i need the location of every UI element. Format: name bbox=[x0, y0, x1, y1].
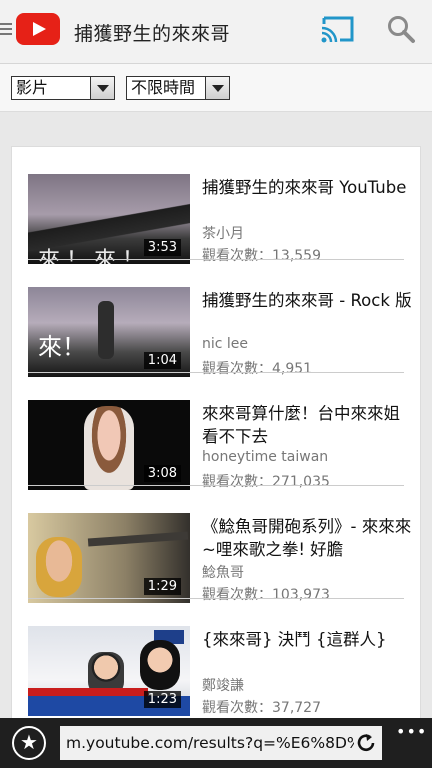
duration-badge: 3:08 bbox=[143, 465, 181, 482]
url-text: m.youtube.com/results?q=%E6%8D% bbox=[66, 734, 362, 752]
address-bar[interactable]: m.youtube.com/results?q=%E6%8D% bbox=[60, 726, 382, 760]
video-title[interactable]: 《鯰魚哥開砲系列》- 來來來~哩來歌之拳! 好膽 bbox=[202, 515, 412, 561]
video-result-item[interactable]: 來！ 1:04 捕獲野生的來來哥 - Rock 版 nic lee 觀看次數：4… bbox=[12, 260, 420, 377]
refresh-icon[interactable] bbox=[354, 726, 378, 760]
time-filter-value: 不限時間 bbox=[131, 78, 196, 97]
channel-name: 鄭竣謙 bbox=[202, 678, 244, 694]
video-title[interactable]: 捕獲野生的來來哥 - Rock 版 bbox=[202, 289, 412, 312]
browser-bottom-bar: ★ m.youtube.com/results?q=%E6%8D% ••• bbox=[0, 718, 432, 768]
view-count: 觀看次數：37,727 bbox=[202, 700, 321, 716]
channel-name: 茶小月 bbox=[202, 226, 244, 242]
video-thumbnail[interactable]: 來！來！來！ 3:53 bbox=[28, 174, 190, 264]
page-title: 捕獲野生的來來哥 bbox=[74, 23, 231, 45]
filter-bar: 影片 不限時間 bbox=[0, 64, 432, 112]
channel-name: 鯰魚哥 bbox=[202, 565, 244, 581]
cast-icon[interactable] bbox=[320, 14, 356, 44]
video-thumbnail[interactable]: 來！ 1:04 bbox=[28, 287, 190, 377]
video-title[interactable]: 捕獲野生的來來哥 YouTube bbox=[202, 176, 412, 199]
type-filter-select[interactable]: 影片 bbox=[11, 76, 115, 100]
video-thumbnail[interactable]: 3:08 bbox=[28, 400, 190, 490]
more-options-icon[interactable]: ••• bbox=[396, 722, 427, 741]
chevron-down-icon[interactable] bbox=[205, 77, 229, 99]
hamburger-icon[interactable] bbox=[0, 20, 14, 38]
duration-badge: 1:04 bbox=[143, 352, 181, 369]
video-thumbnail[interactable]: 1:23 bbox=[28, 626, 190, 716]
duration-badge: 1:23 bbox=[143, 691, 181, 708]
channel-name: honeytime taiwan bbox=[202, 449, 329, 465]
type-filter-value: 影片 bbox=[16, 78, 49, 97]
time-filter-select[interactable]: 不限時間 bbox=[126, 76, 230, 100]
video-title[interactable]: {來來哥} 決鬥 {這群人} bbox=[202, 628, 412, 651]
thumbnail-caption: 來！ bbox=[38, 333, 86, 361]
results-list: 來！來！來！ 3:53 捕獲野生的來來哥 YouTube 茶小月 觀看次數：13… bbox=[11, 146, 421, 768]
video-result-item[interactable]: 1:23 {來來哥} 決鬥 {這群人} 鄭竣謙 觀看次數：37,727 bbox=[12, 599, 420, 716]
video-title[interactable]: 來來哥算什麼！台中來來姐看不下去 bbox=[202, 402, 412, 448]
duration-badge: 3:53 bbox=[143, 239, 181, 256]
search-icon[interactable] bbox=[386, 14, 416, 44]
video-result-item[interactable]: 1:29 《鯰魚哥開砲系列》- 來來來~哩來歌之拳! 好膽 鯰魚哥 觀看次數：1… bbox=[12, 486, 420, 603]
video-thumbnail[interactable]: 1:29 bbox=[28, 513, 190, 603]
video-result-item[interactable]: 來！來！來！ 3:53 捕獲野生的來來哥 YouTube 茶小月 觀看次數：13… bbox=[12, 147, 420, 264]
youtube-logo[interactable] bbox=[16, 13, 60, 45]
favorites-star-icon[interactable]: ★ bbox=[12, 726, 46, 760]
channel-name: nic lee bbox=[202, 336, 249, 352]
chevron-down-icon[interactable] bbox=[90, 77, 114, 99]
top-app-bar: 捕獲野生的來來哥 bbox=[0, 0, 432, 64]
duration-badge: 1:29 bbox=[143, 578, 181, 595]
video-result-item[interactable]: 3:08 來來哥算什麼！台中來來姐看不下去 honeytime taiwan 觀… bbox=[12, 373, 420, 490]
